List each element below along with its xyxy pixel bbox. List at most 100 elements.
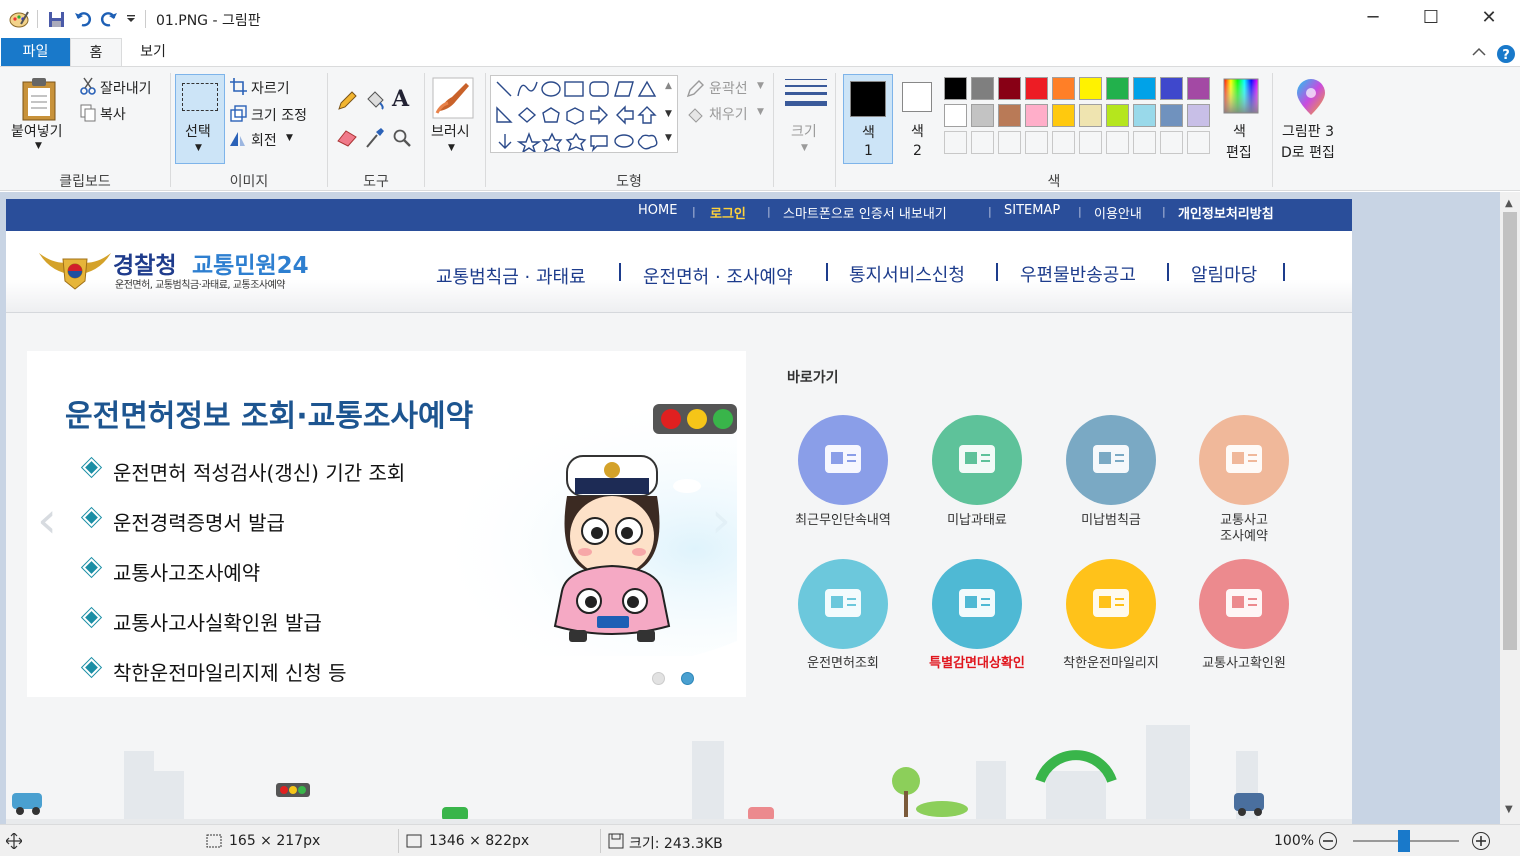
banner-list-item[interactable]: 교통사고사실확인원 발급 [82, 607, 322, 636]
paste-button[interactable]: 붙여넣기 [11, 121, 63, 141]
quick-link-mileage-icon[interactable] [1066, 559, 1156, 649]
vertical-scrollbar[interactable]: ▲ ▼ [1500, 192, 1520, 824]
palette-swatch[interactable] [1025, 104, 1048, 127]
quick-link-label[interactable]: 착한운전마일리지 [1041, 656, 1181, 672]
cut-button[interactable]: 잘라내기 [100, 78, 152, 98]
quick-link-camera-icon[interactable] [798, 415, 888, 505]
banner-dot-1[interactable] [652, 672, 665, 685]
fill-bucket-icon[interactable] [364, 89, 386, 111]
paste-dropdown-icon[interactable]: ▼ [35, 141, 42, 151]
brushes-button[interactable]: 브러시 [431, 121, 470, 141]
magnifier-icon[interactable] [392, 128, 412, 148]
rotate-button[interactable]: 회전 [251, 130, 277, 150]
quick-link-warning-icon[interactable] [1066, 415, 1156, 505]
paste-icon[interactable] [20, 76, 60, 122]
site-main-nav-item[interactable]: 운전면허 · 조사예약 [643, 263, 793, 289]
eraser-icon[interactable] [336, 129, 358, 147]
palette-swatch[interactable] [1052, 77, 1075, 100]
edit-colors-label2[interactable]: 편집 [1226, 142, 1252, 162]
banner-dot-2[interactable] [681, 672, 694, 685]
custom-color-slot[interactable] [1133, 131, 1156, 154]
zoom-slider-thumb[interactable] [1398, 830, 1410, 852]
custom-color-slot[interactable] [1079, 131, 1102, 154]
quick-link-label[interactable]: 교통사고확인원 [1174, 656, 1314, 672]
site-main-nav-item[interactable]: 교통범칙금 · 과태료 [436, 263, 586, 289]
palette-swatch[interactable] [971, 104, 994, 127]
custom-color-slot[interactable] [1187, 131, 1210, 154]
palette-swatch[interactable] [1187, 77, 1210, 100]
custom-color-slot[interactable] [1052, 131, 1075, 154]
resize-button[interactable]: 크기 조정 [251, 105, 307, 125]
close-button[interactable]: ✕ [1460, 0, 1518, 38]
color1-button[interactable]: 색 1 [843, 74, 893, 164]
brushes-icon[interactable] [432, 77, 474, 119]
banner-prev-icon[interactable]: ‹ [37, 491, 57, 549]
shapes-scroll-up[interactable]: ▲ [665, 81, 672, 91]
palette-swatch[interactable] [1079, 104, 1102, 127]
outline-dropdown-icon[interactable]: ▼ [757, 81, 764, 91]
site-top-nav-item[interactable]: 개인정보처리방침 [1178, 203, 1274, 222]
collapse-ribbon-icon[interactable] [1472, 47, 1486, 57]
quick-link-accident-icon[interactable] [1199, 559, 1289, 649]
palette-swatch[interactable] [1160, 77, 1183, 100]
minimize-button[interactable]: ─ [1344, 0, 1402, 38]
paint3d-label[interactable]: 그림판 3 [1282, 121, 1334, 141]
custom-color-slot[interactable] [1160, 131, 1183, 154]
quick-link-money-icon[interactable] [932, 415, 1022, 505]
edit-colors-label[interactable]: 색 [1233, 121, 1246, 141]
palette-swatch[interactable] [1160, 104, 1183, 127]
custom-color-slot[interactable] [998, 131, 1021, 154]
scroll-up-icon[interactable]: ▲ [1505, 198, 1513, 209]
quick-link-label[interactable]: 최근무인단속내역 [773, 513, 913, 529]
palette-swatch[interactable] [1106, 77, 1129, 100]
palette-swatch[interactable] [1025, 77, 1048, 100]
color2-label[interactable]: 색 [911, 121, 924, 141]
tab-file[interactable]: 파일 [1, 38, 70, 66]
custom-color-slot[interactable] [971, 131, 994, 154]
site-main-nav-item[interactable]: 알림마당 [1191, 261, 1257, 287]
outline-button[interactable]: 윤곽선 [709, 78, 748, 98]
custom-color-slot[interactable] [1106, 131, 1129, 154]
site-main-nav-item[interactable]: 우편물반송공고 [1020, 261, 1136, 287]
maximize-button[interactable]: ☐ [1402, 0, 1460, 38]
palette-swatch[interactable] [971, 77, 994, 100]
fill-button[interactable]: 채우기 [709, 104, 748, 124]
palette-swatch[interactable] [1079, 77, 1102, 100]
banner-list-item[interactable]: 운전경력증명서 발급 [82, 507, 285, 536]
quick-link-id-card-icon[interactable] [798, 559, 888, 649]
redo-icon[interactable] [100, 10, 118, 28]
customize-qa-icon[interactable] [126, 15, 136, 23]
banner-list-item[interactable]: 착한운전마일리지제 신청 등 [82, 657, 347, 686]
shapes-gallery[interactable] [490, 75, 678, 154]
palette-swatch[interactable] [944, 77, 967, 100]
canvas-image[interactable]: HOME 로그인 스마트폰으로 인증서 내보내기 SITEMAP 이용안내 개인정보처리방… [6, 199, 1352, 824]
custom-color-slot[interactable] [1025, 131, 1048, 154]
zoom-in-icon[interactable] [1471, 831, 1491, 851]
size-icon[interactable] [784, 77, 828, 113]
quick-link-label[interactable]: 교통사고 조사예약 [1174, 513, 1314, 545]
palette-swatch[interactable] [1133, 77, 1156, 100]
shapes-scroll-down[interactable]: ▼ [665, 109, 672, 119]
custom-color-slot[interactable] [944, 131, 967, 154]
edit-colors-icon[interactable] [1223, 78, 1259, 114]
text-tool-icon[interactable]: A [392, 86, 409, 112]
quick-link-label[interactable]: 미납범칙금 [1041, 513, 1181, 529]
rotate-dropdown-icon[interactable]: ▼ [286, 133, 293, 143]
pencil-icon[interactable] [337, 91, 357, 111]
main-banner[interactable]: 운전면허정보 조회·교통조사예약 운전면허 적성검사(갱신) 기간 조회 운전경력… [27, 351, 746, 697]
quick-link-license-card-icon[interactable] [932, 559, 1022, 649]
quick-link-label[interactable]: 미납과태료 [907, 513, 1047, 529]
paint3d-icon[interactable] [1293, 79, 1329, 117]
color-picker-icon[interactable] [365, 127, 385, 149]
crop-button[interactable]: 자르기 [251, 78, 290, 98]
palette-swatch[interactable] [1187, 104, 1210, 127]
tab-view[interactable]: 보기 [122, 38, 184, 66]
fill-dropdown-icon[interactable]: ▼ [757, 107, 764, 117]
palette-swatch[interactable] [944, 104, 967, 127]
undo-icon[interactable] [74, 10, 92, 28]
shapes-expand[interactable]: ▼ [665, 133, 672, 143]
quick-link-label[interactable]: 운전면허조회 [773, 656, 913, 672]
help-icon[interactable]: ? [1496, 44, 1516, 64]
tab-home[interactable]: 홈 [70, 38, 122, 67]
palette-swatch[interactable] [1133, 104, 1156, 127]
